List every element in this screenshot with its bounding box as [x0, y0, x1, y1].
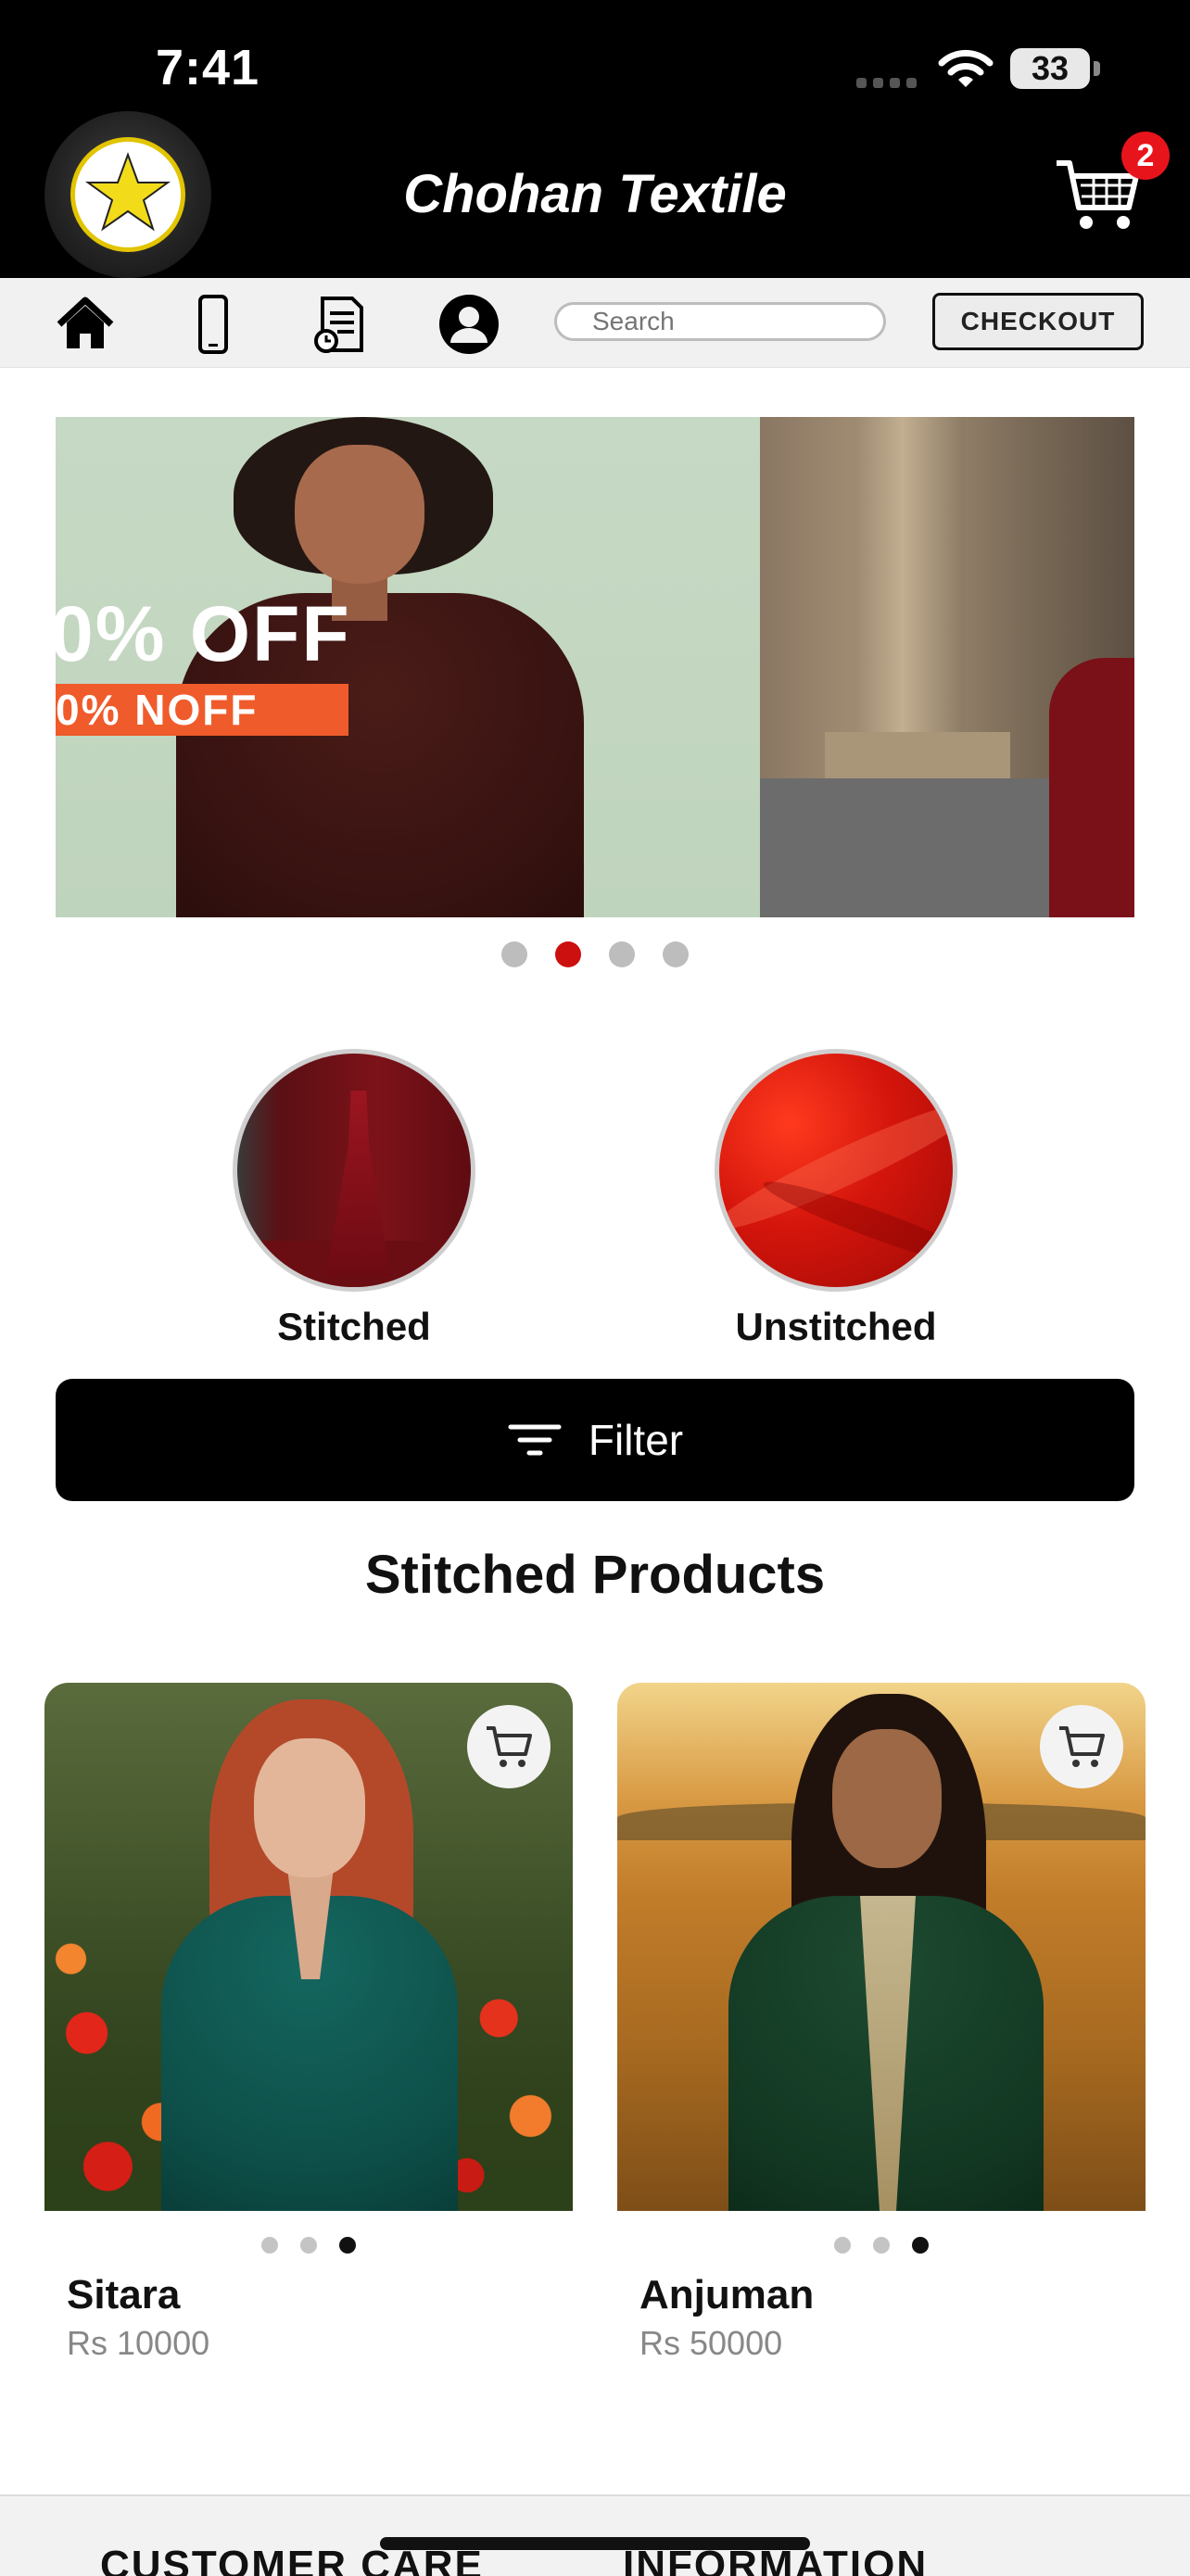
cart-count-badge: 2: [1121, 132, 1170, 180]
slide-dot[interactable]: [609, 941, 635, 967]
filter-icon: [508, 1424, 562, 1456]
pillar-base: [825, 732, 1010, 778]
cart-icon: [487, 1726, 532, 1767]
nav-bar: CHECKOUT: [0, 278, 1190, 368]
cellular-signal-icon: [856, 78, 917, 88]
unstitched-category-image: [715, 1049, 957, 1292]
wifi-icon: [938, 49, 994, 87]
app-title: Chohan Textile: [403, 164, 787, 224]
product-card[interactable]: Sitara Rs 10000: [44, 1683, 573, 2363]
account-icon[interactable]: [437, 293, 500, 356]
category-unstitched[interactable]: Unstitched: [712, 1049, 960, 1349]
add-to-cart-button[interactable]: [467, 1705, 551, 1788]
discount-text: 0% OFF: [56, 590, 351, 677]
footer: CUSTOMER CARE INFORMATION: [0, 2494, 1190, 2576]
category-label: Unstitched: [735, 1305, 937, 1348]
category-label: Stitched: [277, 1305, 431, 1348]
slide-dot[interactable]: [663, 941, 689, 967]
category-stitched[interactable]: Stitched: [230, 1049, 478, 1349]
hero-pagination: [0, 941, 1190, 967]
product-name: Sitara: [67, 2272, 181, 2317]
status-time: 7:41: [156, 40, 260, 95]
product-name: Anjuman: [639, 2272, 815, 2317]
orders-icon[interactable]: [310, 293, 373, 356]
battery-cap: [1094, 61, 1100, 76]
image-pagination: [617, 2237, 1146, 2254]
phone-icon[interactable]: [182, 293, 245, 356]
pillar: [853, 417, 964, 760]
stitched-category-image: [233, 1049, 475, 1292]
discount-tag: 0% NOFF: [56, 684, 348, 736]
product-price: Rs 10000: [67, 2324, 210, 2362]
filter-label: Filter: [588, 1416, 684, 1464]
product-image[interactable]: [617, 1683, 1146, 2211]
image-pagination: [44, 2237, 573, 2254]
section-title: Stitched Products: [364, 1545, 826, 1605]
home-icon[interactable]: [54, 293, 117, 356]
cart-icon: [1059, 1726, 1105, 1767]
battery-icon: 33: [1010, 48, 1090, 89]
slide-dot-active[interactable]: [555, 941, 581, 967]
filter-button[interactable]: Filter: [56, 1379, 1134, 1501]
product-image[interactable]: [44, 1683, 573, 2211]
add-to-cart-button[interactable]: [1040, 1705, 1123, 1788]
checkout-button[interactable]: CHECKOUT: [932, 293, 1144, 350]
slide-dot[interactable]: [501, 941, 527, 967]
app-header: 7:41 33 Chohan Textile 2: [0, 0, 1190, 278]
search-input[interactable]: [554, 302, 886, 341]
home-indicator[interactable]: [380, 2537, 810, 2550]
hero-model-face: [295, 445, 424, 584]
product-price: Rs 50000: [639, 2324, 783, 2362]
product-card[interactable]: Anjuman Rs 50000: [617, 1683, 1146, 2363]
hero-carousel[interactable]: 0% OFF 0% NOFF: [56, 417, 1134, 917]
next-slide-dress: [1049, 658, 1134, 917]
